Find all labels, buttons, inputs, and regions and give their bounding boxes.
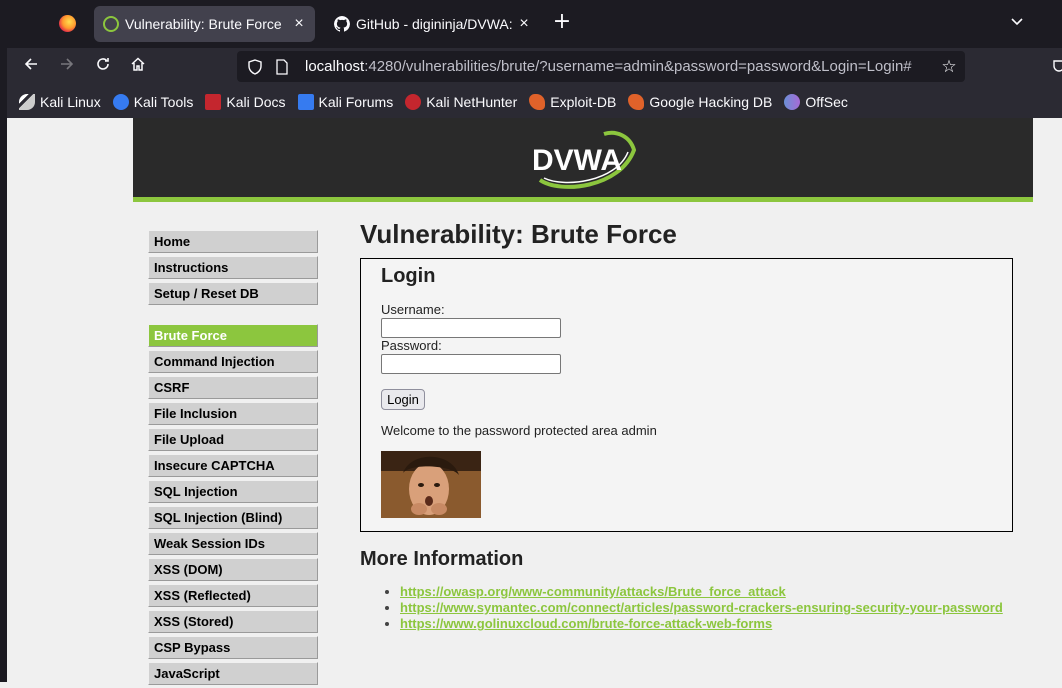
kali-tools-icon <box>112 94 129 110</box>
dvwa-logo[interactable]: DVWA <box>530 128 638 190</box>
admin-avatar-image <box>381 451 481 518</box>
bookmark-label: Kali Linux <box>40 94 101 110</box>
welcome-message: Welcome to the password protected area a… <box>381 423 657 438</box>
menu-item-csrf[interactable]: CSRF <box>148 376 318 399</box>
forward-button[interactable] <box>54 54 80 80</box>
bookmark-label: Kali Tools <box>133 94 194 110</box>
tracking-protection-shield-icon[interactable] <box>247 58 263 75</box>
address-bar[interactable]: localhost:4280/vulnerabilities/brute/?us… <box>237 51 965 82</box>
menu-item-instructions[interactable]: Instructions <box>148 256 318 279</box>
menu-item-sql-injection[interactable]: SQL Injection <box>148 480 318 503</box>
menu-item-sql-injection-blind[interactable]: SQL Injection (Blind) <box>148 506 318 529</box>
dvwa-logo-text: DVWA <box>532 144 622 177</box>
forward-arrow-icon <box>61 58 74 70</box>
reload-button[interactable] <box>90 54 116 80</box>
bookmark-kali-nethunter[interactable]: Kali NetHunter <box>405 94 517 110</box>
dvwa-favicon-icon <box>103 16 119 32</box>
menu-item-setup-reset-db[interactable]: Setup / Reset DB <box>148 282 318 305</box>
browser-tab-bar: Vulnerability: Brute Force × GitHub - di… <box>7 0 1062 48</box>
dvwa-side-menu: Home Instructions Setup / Reset DB Brute F… <box>148 230 319 688</box>
owasp-brute-force-link[interactable]: https://owasp.org/www-community/attacks/… <box>400 584 786 599</box>
menu-item-file-inclusion[interactable]: File Inclusion <box>148 402 318 425</box>
pocket-icon[interactable] <box>1053 58 1062 74</box>
username-input[interactable] <box>381 318 561 338</box>
list-all-tabs-chevron-icon[interactable] <box>1007 14 1027 34</box>
bookmark-label: Kali NetHunter <box>426 94 518 110</box>
back-button[interactable] <box>18 54 44 80</box>
firefox-menu-icon[interactable] <box>59 15 76 32</box>
bookmark-kali-forums[interactable]: Kali Forums <box>297 94 394 110</box>
menu-item-weak-session-ids[interactable]: Weak Session IDs <box>148 532 318 555</box>
menu-item-csp-bypass[interactable]: CSP Bypass <box>148 636 318 659</box>
menu-item-brute-force[interactable]: Brute Force <box>148 324 318 347</box>
username-label: Username: <box>381 302 445 317</box>
list-item: https://www.golinuxcloud.com/brute-force… <box>400 616 1003 632</box>
menu-item-xss-stored[interactable]: XSS (Stored) <box>148 610 318 633</box>
bookmark-label: Kali Forums <box>318 94 394 110</box>
menu-item-insecure-captcha[interactable]: Insecure CAPTCHA <box>148 454 318 477</box>
more-information-heading: More Information <box>360 548 524 570</box>
bookmark-label: Google Hacking DB <box>649 94 773 110</box>
menu-group-vulnerabilities: Brute Force Command Injection CSRF File Inc… <box>148 324 319 685</box>
login-button[interactable]: Login <box>381 389 425 410</box>
tab-close-icon[interactable]: × <box>514 15 534 33</box>
password-input[interactable] <box>381 354 561 374</box>
github-favicon-icon <box>334 16 350 32</box>
reload-icon <box>97 58 109 70</box>
kali-docs-icon <box>205 94 222 110</box>
bookmark-label: OffSec <box>805 94 848 110</box>
back-arrow-icon <box>24 58 37 70</box>
golinuxcloud-brute-force-link[interactable]: https://www.golinuxcloud.com/brute-force… <box>400 616 772 631</box>
kali-dragon-icon <box>19 94 35 110</box>
exploit-db-icon <box>529 94 546 110</box>
ghdb-icon <box>628 94 645 110</box>
more-information-links: https://owasp.org/www-community/attacks/… <box>400 584 1003 632</box>
url-path: :4280/vulnerabilities/brute/?username=ad… <box>364 58 912 75</box>
tab-close-icon[interactable]: × <box>289 15 309 33</box>
offsec-icon <box>784 94 801 110</box>
menu-item-xss-reflected[interactable]: XSS (Reflected) <box>148 584 318 607</box>
browser-nav-bar: localhost:4280/vulnerabilities/brute/?us… <box>7 48 1062 86</box>
bookmark-exploit-db[interactable]: Exploit-DB <box>529 94 616 110</box>
page-title: Vulnerability: Brute Force <box>360 219 677 249</box>
bookmark-kali-docs[interactable]: Kali Docs <box>205 94 286 110</box>
kali-forums-icon <box>297 94 314 110</box>
tab-title: GitHub - digininja/DVWA: <box>356 16 513 32</box>
page-info-icon[interactable] <box>275 58 289 75</box>
login-form-box: Login Username: Password: Login Welcome … <box>360 258 1013 532</box>
home-icon <box>131 57 145 71</box>
kali-nethunter-icon <box>405 94 422 110</box>
symantec-password-crackers-link[interactable]: https://www.symantec.com/connect/article… <box>400 600 1003 615</box>
main-content: Vulnerability: Brute Force Login Usernam… <box>360 218 1020 631</box>
bookmark-kali-tools[interactable]: Kali Tools <box>112 94 194 110</box>
bookmark-star-icon[interactable]: ☆ <box>939 57 959 77</box>
home-button[interactable] <box>125 54 151 80</box>
menu-group-main: Home Instructions Setup / Reset DB <box>148 230 319 305</box>
bookmark-label: Exploit-DB <box>550 94 617 110</box>
tab-dvwa-brute-force[interactable]: Vulnerability: Brute Force × <box>94 6 315 42</box>
background-window-edge <box>0 0 7 682</box>
menu-item-file-upload[interactable]: File Upload <box>148 428 318 451</box>
menu-item-xss-dom[interactable]: XSS (DOM) <box>148 558 318 581</box>
bookmark-kali-linux[interactable]: Kali Linux <box>19 94 101 110</box>
bookmarks-toolbar: Kali Linux Kali Tools Kali Docs Kali For… <box>7 86 1062 118</box>
bookmark-google-hacking-db[interactable]: Google Hacking DB <box>628 94 772 110</box>
bookmark-offsec[interactable]: OffSec <box>784 94 848 110</box>
login-heading: Login <box>381 265 436 287</box>
dvwa-header: DVWA <box>133 118 1033 202</box>
url-text: localhost:4280/vulnerabilities/brute/?us… <box>305 58 939 75</box>
tab-title: Vulnerability: Brute Force <box>125 16 282 32</box>
menu-item-command-injection[interactable]: Command Injection <box>148 350 318 373</box>
new-tab-button[interactable]: + <box>551 11 573 34</box>
menu-spacer <box>148 308 319 324</box>
url-host: localhost <box>305 58 365 75</box>
bookmark-label: Kali Docs <box>226 94 286 110</box>
dvwa-page: DVWA Home Instructions Setup / Reset DB Br… <box>7 118 1062 685</box>
password-label: Password: <box>381 338 442 353</box>
list-item: https://www.symantec.com/connect/article… <box>400 600 1003 616</box>
menu-item-home[interactable]: Home <box>148 230 318 253</box>
list-item: https://owasp.org/www-community/attacks/… <box>400 584 1003 600</box>
tab-github-dvwa[interactable]: GitHub - digininja/DVWA: × <box>325 6 540 42</box>
